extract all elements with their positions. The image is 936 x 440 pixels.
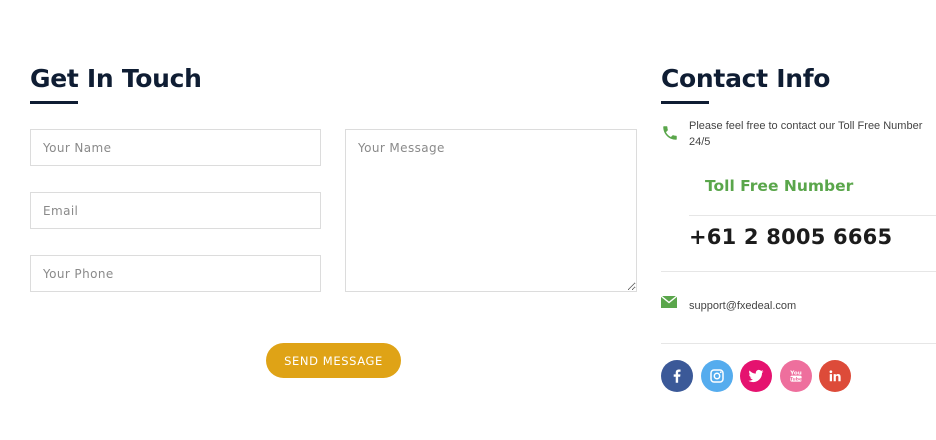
section-divider-1 [661, 271, 936, 272]
svg-text:Tube: Tube [790, 377, 802, 383]
envelope-icon [660, 295, 678, 313]
form-heading-underline [30, 101, 78, 104]
twitter-icon[interactable] [740, 360, 772, 392]
contact-heading: Contact Info [661, 64, 831, 93]
send-message-button[interactable]: SEND MESSAGE [266, 343, 401, 378]
support-email[interactable]: support@fxedeal.com [689, 298, 796, 314]
contact-intro-text: Please feel free to contact our Toll Fre… [689, 120, 923, 148]
instagram-icon[interactable] [701, 360, 733, 392]
svg-text:You: You [789, 371, 801, 377]
message-textarea[interactable] [345, 129, 637, 292]
form-heading: Get In Touch [30, 64, 202, 93]
toll-free-divider [689, 215, 936, 216]
email-input[interactable] [30, 192, 321, 229]
linkedin-icon[interactable] [819, 360, 851, 392]
section-divider-2 [661, 343, 936, 344]
name-input[interactable] [30, 129, 321, 166]
contact-heading-underline [661, 101, 709, 104]
youtube-icon[interactable]: You Tube [780, 360, 812, 392]
facebook-icon[interactable] [661, 360, 693, 392]
phone-icon [661, 124, 679, 147]
toll-free-number[interactable]: +61 2 8005 6665 [689, 225, 892, 249]
phone-input[interactable] [30, 255, 321, 292]
toll-free-label: Toll Free Number [705, 177, 854, 195]
